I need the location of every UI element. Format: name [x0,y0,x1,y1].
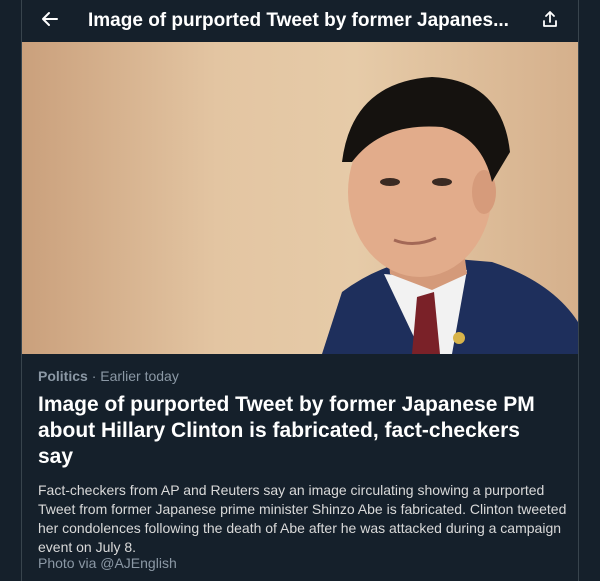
category-label: Politics [38,368,88,384]
article-summary: Fact-checkers from AP and Reuters say an… [38,482,567,555]
back-button[interactable] [36,7,64,35]
timestamp: Earlier today [100,368,179,384]
article-panel: Image of purported Tweet by former Japan… [21,0,579,581]
page-title: Image of purported Tweet by former Japan… [88,10,509,31]
article-headline[interactable]: Image of purported Tweet by former Japan… [38,392,558,470]
article-meta: Politics · Earlier today [38,368,179,384]
arrow-left-icon [40,9,60,34]
share-icon [540,9,560,34]
article-photo[interactable] [22,42,578,354]
meta-separator: · [91,368,97,384]
share-button[interactable] [536,7,564,35]
top-bar: Image of purported Tweet by former Japan… [22,0,578,42]
photo-credit: Photo via @AJEnglish [38,555,177,571]
